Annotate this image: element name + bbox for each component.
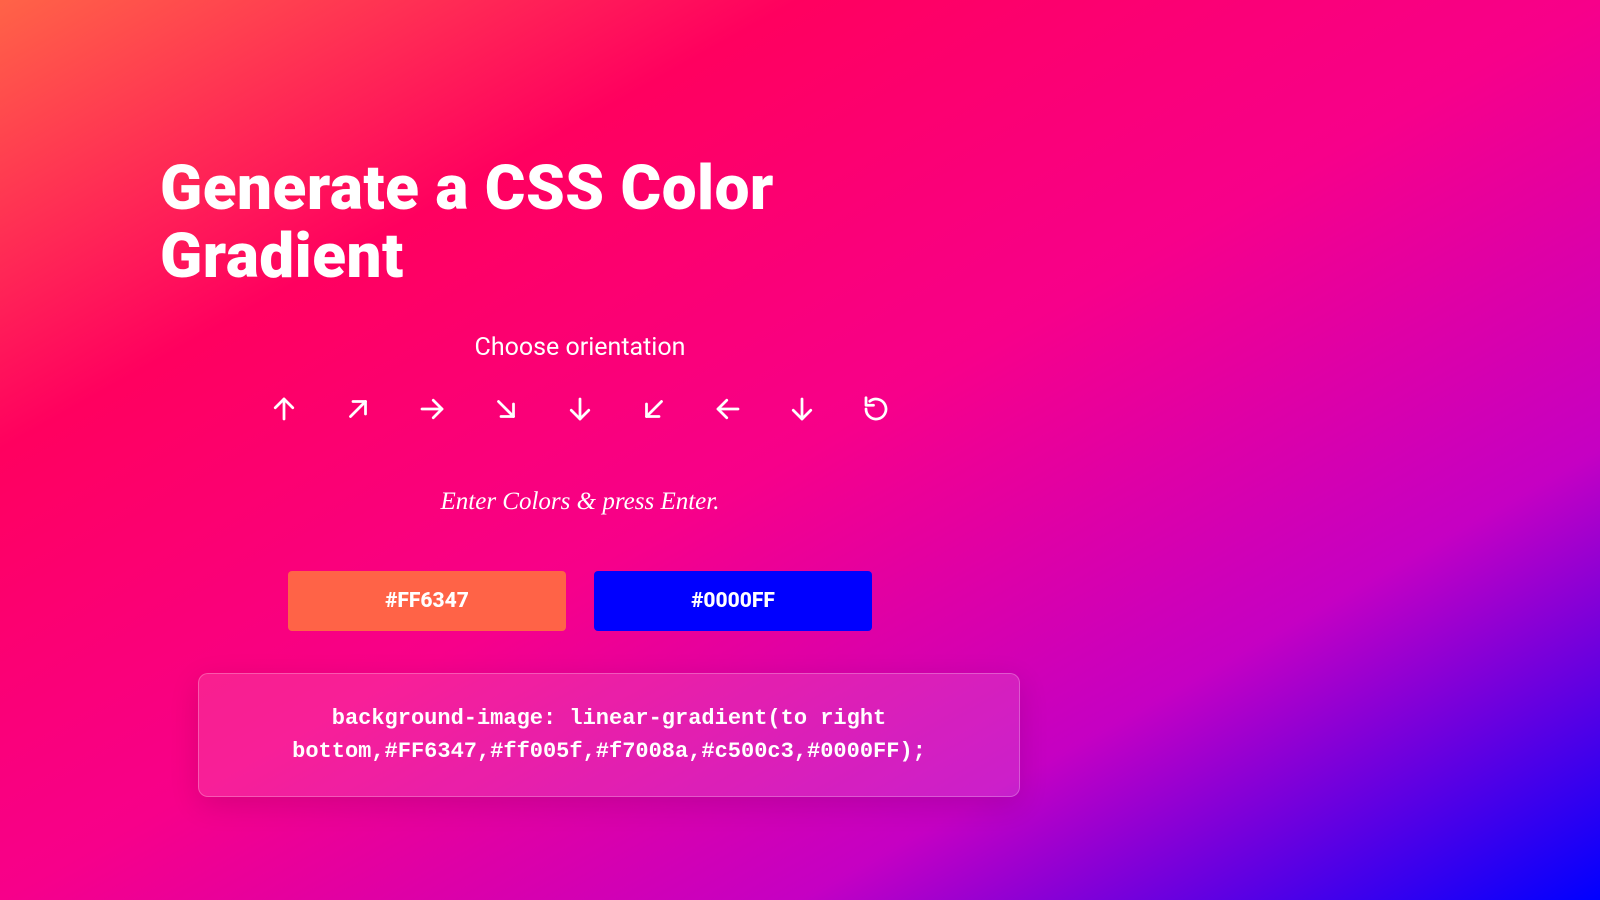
instruction-label: Enter Colors & press Enter. [160, 488, 1000, 516]
color-1-input[interactable] [288, 571, 566, 631]
orient-down-right-button[interactable] [488, 392, 524, 428]
color-2-input[interactable] [594, 571, 872, 631]
css-output-text: background-image: linear-gradient(to rig… [239, 702, 979, 768]
orient-right-button[interactable] [414, 392, 450, 428]
arrow-down-right-icon [491, 394, 521, 427]
arrow-up-right-icon [343, 394, 373, 427]
arrow-left-icon [713, 394, 743, 427]
arrow-right-icon [417, 394, 447, 427]
orient-down-left-button[interactable] [636, 392, 672, 428]
orient-left-button[interactable] [710, 392, 746, 428]
arrow-down-icon [565, 394, 595, 427]
arrow-down-alt-icon [787, 394, 817, 427]
page-title: Generate a CSS Color Gradient [160, 155, 1000, 291]
css-output-box[interactable]: background-image: linear-gradient(to rig… [198, 673, 1020, 797]
orientation-row [160, 392, 1000, 428]
orient-down-button[interactable] [562, 392, 598, 428]
orient-down-alt-button[interactable] [784, 392, 820, 428]
orient-up-button[interactable] [266, 392, 302, 428]
color-inputs-row [160, 571, 1000, 631]
arrow-up-icon [269, 394, 299, 427]
rotate-icon [861, 394, 891, 427]
orient-rotate-button[interactable] [858, 392, 894, 428]
arrow-down-left-icon [639, 394, 669, 427]
orientation-label: Choose orientation [160, 333, 1000, 362]
orient-up-right-button[interactable] [340, 392, 376, 428]
